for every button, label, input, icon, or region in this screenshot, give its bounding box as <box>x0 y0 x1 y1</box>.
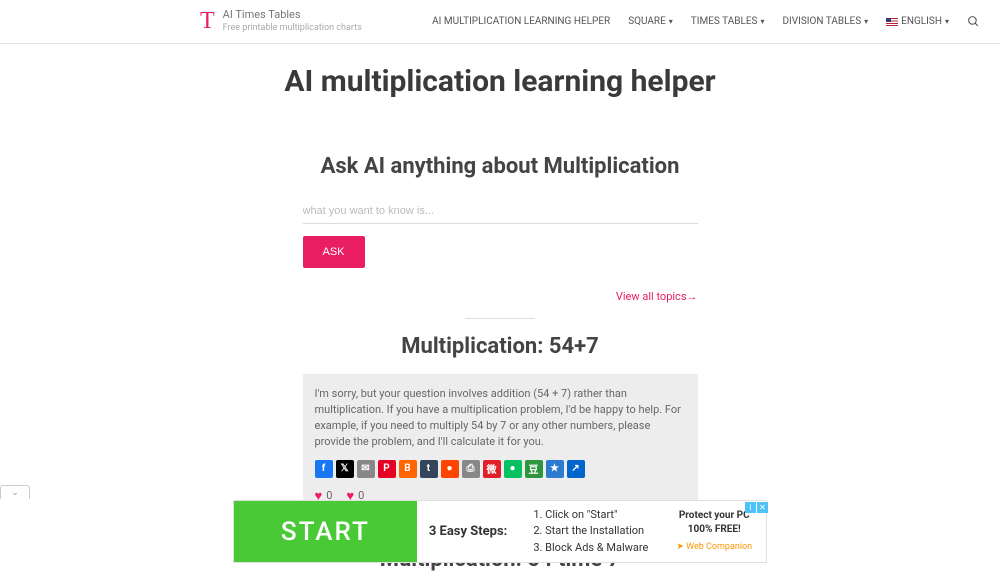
share-blogger-icon[interactable]: B <box>399 460 417 478</box>
share-tumblr-icon[interactable]: t <box>420 460 438 478</box>
us-flag-icon <box>886 18 898 26</box>
share-facebook-icon[interactable]: f <box>315 460 333 478</box>
answer-box: I'm sorry, but your question involves ad… <box>303 374 698 516</box>
nav-square[interactable]: SQUARE▾ <box>628 16 673 27</box>
share-more-icon[interactable]: ↗ <box>567 460 585 478</box>
ad-controls: i ✕ <box>745 502 768 513</box>
share-qzone-icon[interactable]: ★ <box>546 460 564 478</box>
share-x-icon[interactable]: 𝕏 <box>336 460 354 478</box>
logo-icon: T <box>200 8 215 35</box>
search-button[interactable] <box>967 15 980 28</box>
ad-brand: ➤ Web Companion <box>676 541 752 554</box>
chevron-down-icon: ⌄ <box>11 488 19 498</box>
answer-text: I'm sorry, but your question involves ad… <box>315 386 686 450</box>
topic-title-1: Multiplication: 54+7 <box>0 334 1000 359</box>
ad-steps-label: 3 Easy Steps: <box>417 524 520 539</box>
nav-language[interactable]: ENGLISH▾ <box>886 16 949 27</box>
ad-banner: START 3 Easy Steps: 1. Click on "Start" … <box>0 500 1000 563</box>
chevron-down-icon: ▾ <box>760 17 764 26</box>
site-subtitle: Free printable multiplication charts <box>223 23 362 33</box>
share-wechat-icon[interactable]: ● <box>504 460 522 478</box>
ask-title: Ask AI anything about Multiplication <box>303 154 698 179</box>
collapse-tab[interactable]: ⌄ <box>0 485 30 499</box>
chevron-down-icon: ▾ <box>945 17 949 26</box>
logo[interactable]: T AI Times Tables Free printable multipl… <box>200 8 362 35</box>
ad-info-icon[interactable]: i <box>745 502 756 513</box>
share-pinterest-icon[interactable]: P <box>378 460 396 478</box>
view-all-topics-link[interactable]: View all topics→ <box>303 290 698 303</box>
search-icon <box>967 15 980 28</box>
share-print-icon[interactable]: ⎙ <box>462 460 480 478</box>
nav-times-tables[interactable]: TIMES TABLES▾ <box>691 16 765 27</box>
site-title: AI Times Tables <box>223 8 362 21</box>
ad-steps: 1. Click on "Start" 2. Start the Install… <box>519 501 662 563</box>
chevron-down-icon: ▾ <box>669 17 673 26</box>
nav-division-tables[interactable]: DIVISION TABLES▾ <box>782 16 868 27</box>
share-row: f 𝕏 ✉ P B t ● ⎙ 微 ● 豆 ★ ↗ <box>315 460 686 478</box>
ad-start-button[interactable]: START <box>234 501 417 562</box>
share-email-icon[interactable]: ✉ <box>357 460 375 478</box>
share-weibo-icon[interactable]: 微 <box>483 460 501 478</box>
main-nav: AI MULTIPLICATION LEARNING HELPER SQUARE… <box>432 15 980 28</box>
divider <box>465 318 535 319</box>
chevron-down-icon: ▾ <box>864 17 868 26</box>
page-title: AI multiplication learning helper <box>0 64 1000 99</box>
header: T AI Times Tables Free printable multipl… <box>0 0 1000 44</box>
share-reddit-icon[interactable]: ● <box>441 460 459 478</box>
share-douban-icon[interactable]: 豆 <box>525 460 543 478</box>
main-content: AI multiplication learning helper Ask AI… <box>0 44 1000 572</box>
ask-section: Ask AI anything about Multiplication ASK… <box>303 154 698 303</box>
ask-button[interactable]: ASK <box>303 236 365 268</box>
nav-helper[interactable]: AI MULTIPLICATION LEARNING HELPER <box>432 16 610 27</box>
ad-close-icon[interactable]: ✕ <box>757 502 768 513</box>
ask-input[interactable] <box>303 199 698 224</box>
